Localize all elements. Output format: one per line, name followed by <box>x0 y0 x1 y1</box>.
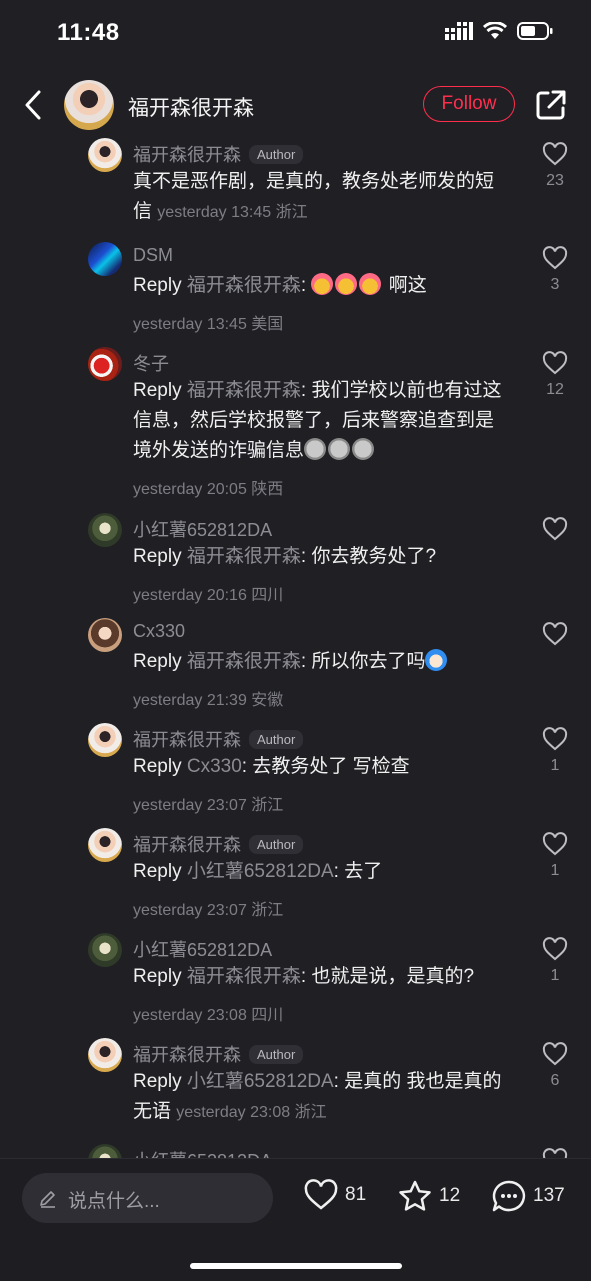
comment-text[interactable]: Reply 福开森很开森: 我们学校以前也有过这 信息，然后学校报警了，后来警察… <box>133 376 518 466</box>
comment-text[interactable]: Reply 福开森很开森: 所以你去了吗 <box>133 647 518 677</box>
author-badge: Author <box>249 729 304 749</box>
heart-icon[interactable] <box>542 727 568 751</box>
like-count: 1 <box>550 967 560 984</box>
author-name[interactable]: 福开森很开森 <box>128 92 254 122</box>
avatar[interactable] <box>88 242 122 276</box>
heart-icon[interactable] <box>542 937 568 961</box>
heart-icon[interactable] <box>542 351 568 375</box>
signal-icon <box>445 22 473 40</box>
author-badge: Author <box>249 1044 304 1064</box>
comment-meta: yesterday 20:16 四川 <box>133 587 284 604</box>
comment-meta: yesterday 13:45 浙江 <box>157 204 308 221</box>
comment-text[interactable]: Reply 福开森很开森: 也就是说，是真的? <box>133 962 518 992</box>
heart-icon[interactable] <box>542 832 568 856</box>
avatar[interactable] <box>88 347 122 381</box>
comment-username[interactable]: 福开森很开森 Author <box>133 726 304 752</box>
comment-username[interactable]: Cx330 <box>133 621 185 642</box>
avatar[interactable] <box>88 723 122 757</box>
comment-meta: yesterday 23:07 浙江 <box>133 902 284 919</box>
favorite-total: 12 <box>439 1185 461 1206</box>
comment-text[interactable]: Reply 小红薯652812DA: 是真的 我也是真的 无语 yesterda… <box>133 1067 518 1128</box>
top-nav: 福开森很开森 Follow <box>0 74 591 136</box>
avatar[interactable] <box>88 1038 122 1072</box>
comment-input[interactable]: 说点什么... <box>22 1173 273 1223</box>
comment-total: 137 <box>533 1185 565 1206</box>
comment-username[interactable]: 福开森很开森 Author <box>133 141 304 167</box>
comment-input-placeholder: 说点什么... <box>68 1191 160 1212</box>
heart-icon[interactable] <box>542 1148 568 1158</box>
ghost-face-icon <box>304 438 327 460</box>
comment-meta: yesterday 23:08 四川 <box>133 1007 284 1024</box>
star-icon <box>399 1180 431 1211</box>
crying-face-icon <box>359 273 382 295</box>
like-button[interactable]: 81 <box>303 1179 366 1211</box>
heart-icon <box>304 1179 338 1210</box>
crying-face-icon <box>335 273 358 295</box>
like-count: 6 <box>550 1072 560 1089</box>
ghost-face-icon <box>352 438 375 460</box>
like-count: 1 <box>550 862 560 879</box>
crying-face-icon <box>311 273 334 295</box>
like-count: 3 <box>550 276 560 293</box>
heart-icon[interactable] <box>542 246 568 270</box>
avatar[interactable] <box>88 828 122 862</box>
comment-meta: yesterday 23:07 浙江 <box>133 797 284 814</box>
comment-username[interactable]: 小红薯652812DA <box>133 516 272 542</box>
chat-bubble-icon <box>492 1180 526 1212</box>
avatar[interactable] <box>88 513 122 547</box>
status-bar: 11:48 <box>0 0 591 66</box>
avatar[interactable] <box>88 138 122 172</box>
bottom-bar: 说点什么... 81 12 137 <box>0 1158 591 1281</box>
comment-text[interactable]: Reply 福开森很开森: 你去教务处了? <box>133 542 518 572</box>
comment-username[interactable]: DSM <box>133 245 173 266</box>
author-badge: Author <box>249 144 304 164</box>
like-count: 1 <box>550 757 560 774</box>
comment-text[interactable]: Reply Cx330: 去教务处了 写检查 <box>133 752 518 782</box>
comment-meta: yesterday 20:05 陕西 <box>133 481 284 498</box>
comment-username[interactable]: 小红薯652812DA <box>133 936 272 962</box>
comment-text[interactable]: Reply 小红薯652812DA: 去了 <box>133 857 518 887</box>
comment-list[interactable]: 福开森很开森 Author 真不是恶作剧，是真的，教务处老师发的短 信 yeste… <box>0 138 591 1158</box>
comment-meta: yesterday 23:08 浙江 <box>176 1104 327 1121</box>
status-icons <box>445 22 553 40</box>
heart-icon[interactable] <box>542 622 568 646</box>
avatar[interactable] <box>88 1144 122 1158</box>
clown-face-icon <box>425 649 448 671</box>
heart-icon[interactable] <box>542 517 568 541</box>
comment-username[interactable]: 冬子 <box>133 350 169 376</box>
ghost-face-icon <box>328 438 351 460</box>
battery-icon <box>517 22 553 40</box>
comment-meta: yesterday 21:39 安徽 <box>133 692 284 709</box>
wifi-icon <box>483 22 507 39</box>
avatar[interactable] <box>88 933 122 967</box>
heart-icon[interactable] <box>542 142 568 166</box>
back-arrow-icon[interactable] <box>22 88 46 122</box>
heart-icon[interactable] <box>542 1042 568 1066</box>
like-count: 23 <box>546 172 564 189</box>
status-time: 11:48 <box>57 19 120 46</box>
author-badge: Author <box>249 834 304 854</box>
comment-username[interactable]: 小红薯652812DA <box>133 1147 272 1158</box>
home-indicator[interactable] <box>190 1263 402 1269</box>
follow-button[interactable]: Follow <box>423 86 515 122</box>
avatar[interactable] <box>88 618 122 652</box>
pencil-icon <box>40 1191 55 1208</box>
comment-username[interactable]: 福开森很开森 Author <box>133 831 304 857</box>
like-count: 12 <box>546 381 564 398</box>
favorite-button[interactable]: 12 <box>397 1179 460 1213</box>
share-icon[interactable] <box>534 88 568 122</box>
comment-button[interactable]: 137 <box>491 1179 565 1213</box>
like-total: 81 <box>345 1184 367 1205</box>
comment-meta: yesterday 13:45 美国 <box>133 316 284 333</box>
comment-text[interactable]: Reply 福开森很开森: 啊这 <box>133 271 518 301</box>
comment-username[interactable]: 福开森很开森 Author <box>133 1041 304 1067</box>
comment-text[interactable]: 真不是恶作剧，是真的，教务处老师发的短 信 yesterday 13:45 浙江 <box>133 167 518 228</box>
author-avatar[interactable] <box>64 80 114 130</box>
